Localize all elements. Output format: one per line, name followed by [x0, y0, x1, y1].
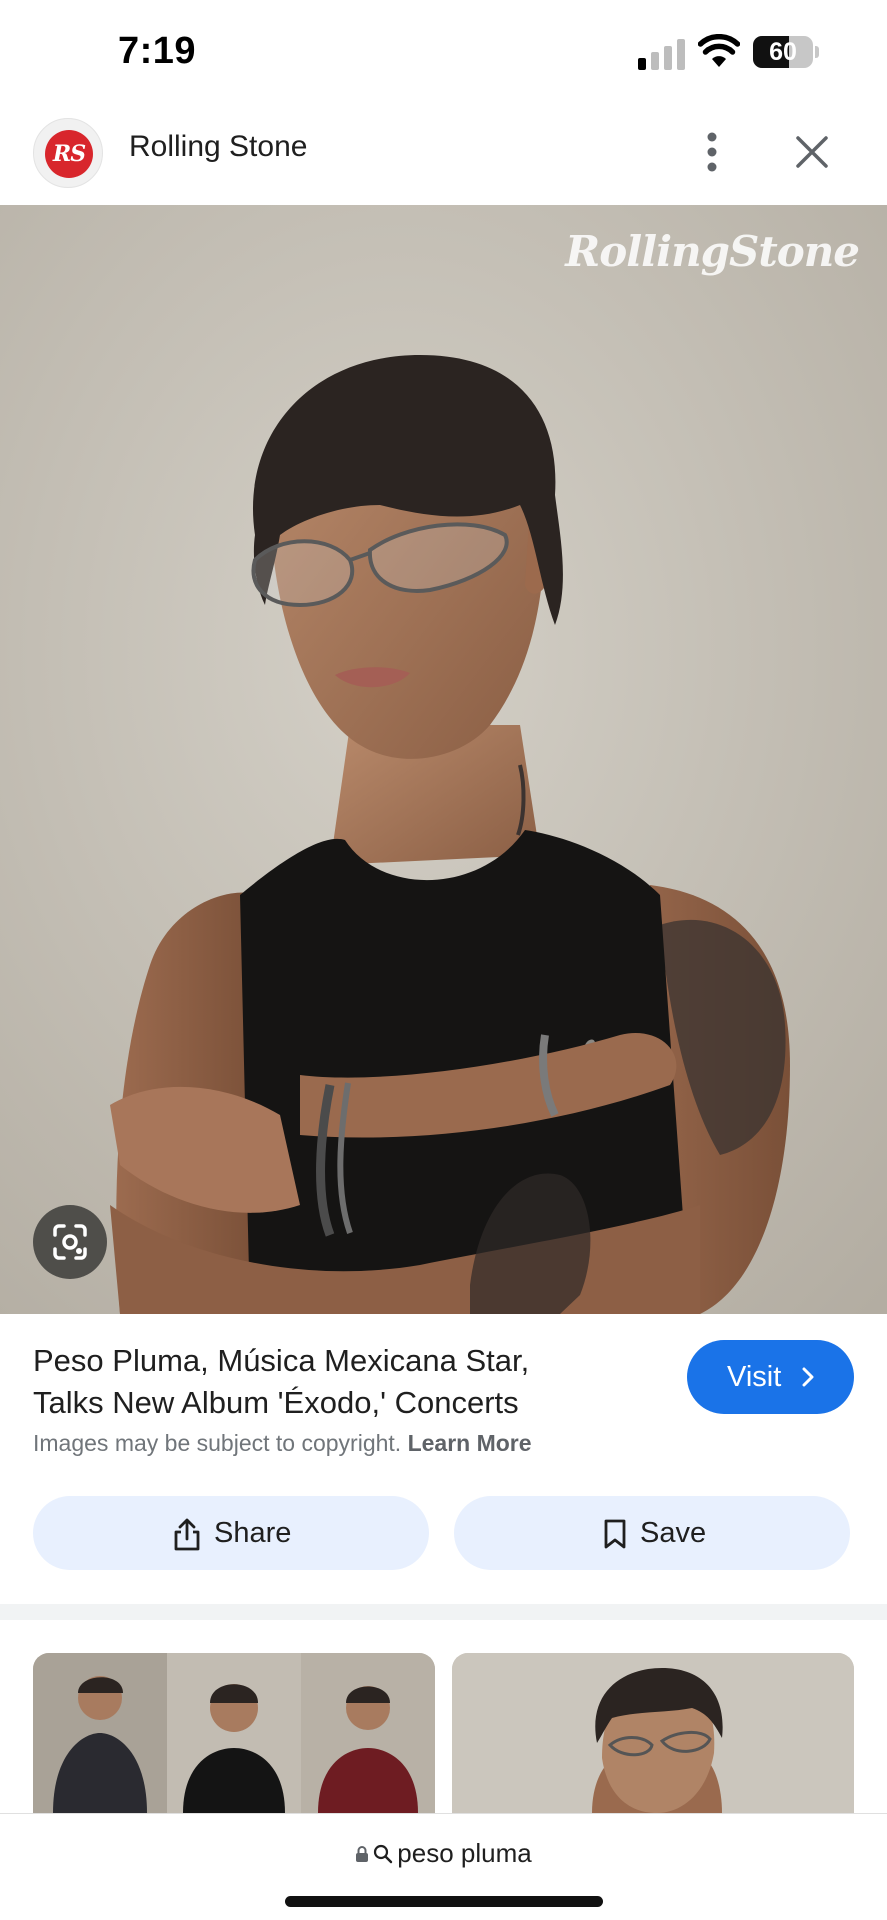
battery-level: 60: [769, 38, 797, 66]
share-icon: [174, 1518, 200, 1551]
share-button[interactable]: Share: [33, 1496, 429, 1570]
copyright-text: Images may be subject to copyright.: [33, 1430, 402, 1456]
more-options-button[interactable]: [690, 124, 734, 180]
more-vert-icon: [707, 132, 717, 172]
site-name[interactable]: Rolling Stone: [129, 130, 307, 164]
save-label: Save: [640, 1517, 707, 1549]
status-bar: 7:19 60: [0, 0, 887, 100]
related-image-1[interactable]: [33, 1653, 435, 1813]
lens-icon: [53, 1224, 87, 1260]
related-image-2[interactable]: [452, 1653, 854, 1813]
image-info: Peso Pluma, Música Mexicana Star, Talks …: [0, 1314, 887, 1604]
site-logo[interactable]: RS: [33, 118, 103, 188]
lock-icon: [356, 1846, 369, 1862]
rolling-stone-watermark: RollingStone: [565, 227, 860, 276]
copyright-notice: Images may be subject to copyright. Lear…: [33, 1430, 532, 1457]
battery-icon: 60: [753, 36, 819, 68]
address-bar[interactable]: peso pluma: [0, 1813, 887, 1920]
section-divider: [0, 1604, 887, 1620]
close-button[interactable]: [790, 130, 834, 174]
share-label: Share: [214, 1517, 292, 1549]
chevron-right-icon: [802, 1367, 814, 1387]
search-icon: [374, 1844, 393, 1864]
home-indicator[interactable]: [285, 1896, 603, 1907]
lens-button[interactable]: [33, 1205, 107, 1279]
portrait-photo: [0, 205, 887, 1314]
url-display[interactable]: peso pluma: [0, 1838, 887, 1869]
save-button[interactable]: Save: [454, 1496, 850, 1570]
visit-button[interactable]: Visit: [687, 1340, 854, 1414]
wifi-icon: [698, 34, 740, 67]
image-viewer-page: 7:19 60 RS Rolling Stone RollingStone Pe…: [0, 0, 887, 1920]
related-collage-photo: [33, 1653, 435, 1813]
learn-more-link[interactable]: Learn More: [408, 1430, 532, 1456]
image-title[interactable]: Peso Pluma, Música Mexicana Star, Talks …: [33, 1340, 593, 1424]
signal-icon: [638, 38, 686, 70]
visit-label: Visit: [727, 1361, 782, 1393]
bookmark-icon: [604, 1519, 626, 1549]
main-image[interactable]: RollingStone: [0, 205, 887, 1314]
status-time: 7:19: [118, 30, 197, 72]
site-logo-text: RS: [45, 130, 93, 178]
related-portrait-photo: [452, 1653, 854, 1813]
search-query: peso pluma: [397, 1838, 532, 1868]
close-icon: [796, 136, 828, 168]
viewer-header: RS Rolling Stone: [0, 100, 887, 205]
